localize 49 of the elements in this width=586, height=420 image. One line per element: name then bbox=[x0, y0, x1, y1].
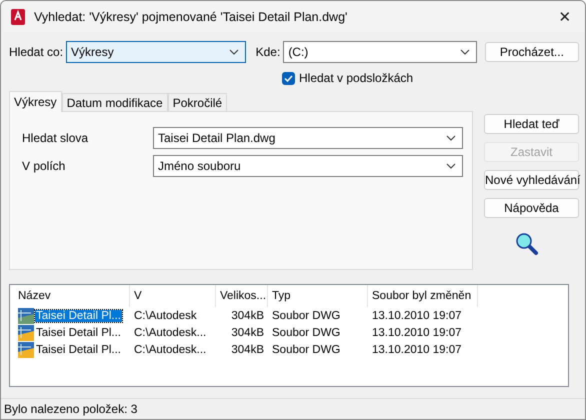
checkbox-label: Hledat v podsložkách bbox=[299, 71, 414, 85]
column-header[interactable]: Název bbox=[14, 285, 130, 307]
dropdown[interactable]: Jméno souboru bbox=[153, 155, 463, 177]
magnifier-icon bbox=[514, 232, 538, 256]
browse-button[interactable]: Procházet... bbox=[484, 42, 579, 62]
drawing-file-icon bbox=[18, 308, 34, 324]
table-cell: C:\Autodesk... bbox=[134, 344, 206, 356]
app-logo-icon bbox=[10, 8, 26, 24]
chevron-icon bbox=[460, 49, 470, 55]
table-cell: Soubor DWG bbox=[272, 310, 340, 322]
look-in-dropdown[interactable]: (C:) bbox=[283, 41, 477, 63]
table-cell: C:\Autodesk bbox=[134, 310, 197, 322]
action-button[interactable]: Nové vyhledávání bbox=[484, 170, 579, 190]
look-in-label: Kde: bbox=[256, 45, 280, 59]
field-label: V polích bbox=[22, 159, 66, 173]
search-for-dropdown[interactable]: Výkresy bbox=[66, 41, 246, 63]
table-cell: 304kB bbox=[231, 310, 264, 322]
tab[interactable]: Pokročilé bbox=[168, 93, 228, 111]
checkbox[interactable] bbox=[282, 72, 295, 84]
column-header[interactable]: V bbox=[130, 285, 216, 307]
table-cell: Soubor DWG bbox=[272, 326, 340, 338]
file-name[interactable]: Taisei Detail Pl... bbox=[35, 310, 122, 322]
drawing-file-icon bbox=[18, 324, 34, 340]
table-cell: C:\Autodesk... bbox=[134, 326, 206, 338]
window-title: Vyhledat: 'Výkresy' pojmenované 'Taisei Detail Plan.dwg' bbox=[34, 10, 348, 24]
chevron-icon bbox=[446, 135, 456, 141]
action-button[interactable]: Hledat teď bbox=[484, 114, 579, 134]
close-button[interactable]: ✕ bbox=[545, 1, 585, 32]
file-name[interactable]: Taisei Detail Pl... bbox=[35, 344, 122, 356]
chevron-icon bbox=[228, 49, 239, 55]
file-name[interactable]: Taisei Detail Pl... bbox=[35, 326, 122, 338]
search-for-label: Hledat co: bbox=[9, 45, 64, 59]
dropdown[interactable]: Taisei Detail Plan.dwg bbox=[153, 127, 463, 149]
table-cell: 304kB bbox=[231, 326, 264, 338]
table-cell: 13.10.2010 19:07 bbox=[372, 344, 462, 356]
drawing-file-icon bbox=[18, 342, 34, 358]
tab[interactable]: Výkresy bbox=[9, 91, 62, 112]
table-cell: 13.10.2010 19:07 bbox=[372, 310, 462, 322]
action-button[interactable]: Nápověda bbox=[484, 198, 579, 218]
tab[interactable]: Datum modifikace bbox=[62, 93, 168, 111]
field-label: Hledat slova bbox=[22, 131, 90, 145]
column-header[interactable]: Typ bbox=[268, 285, 368, 307]
column-header[interactable]: Soubor byl změněn bbox=[368, 285, 478, 307]
column-header[interactable]: Velikos... bbox=[216, 285, 268, 307]
chevron-icon bbox=[446, 163, 456, 169]
table-cell: 13.10.2010 19:07 bbox=[372, 326, 462, 338]
table-cell: 304kB bbox=[231, 344, 264, 356]
table-cell: Soubor DWG bbox=[272, 344, 340, 356]
status-text: Bylo nalezeno položek: 3 bbox=[4, 402, 138, 416]
